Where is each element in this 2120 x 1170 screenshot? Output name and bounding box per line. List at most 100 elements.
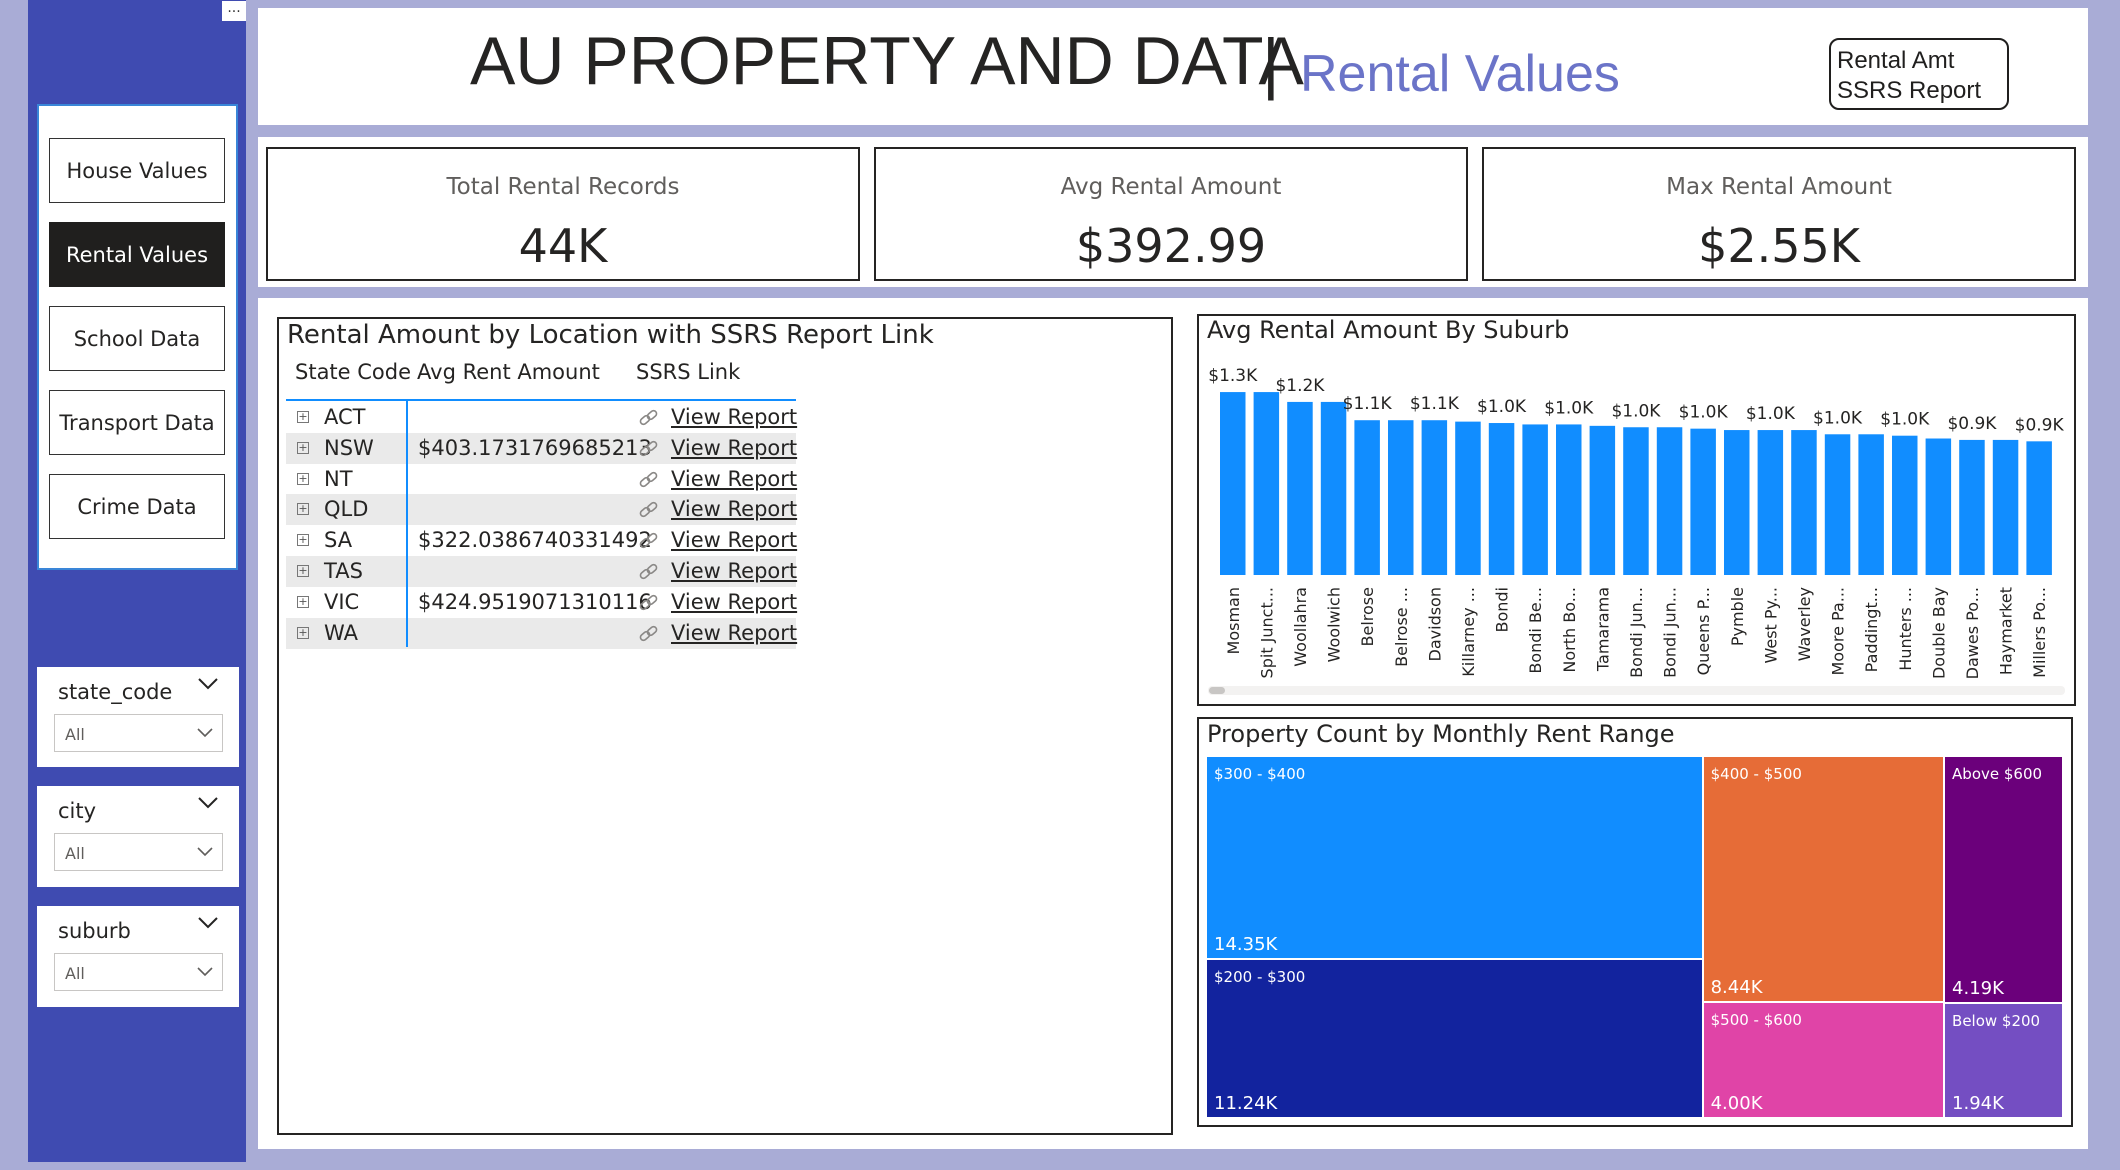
treemap-cell-value: 8.44K	[1710, 976, 1763, 998]
view-report-link[interactable]: View Report	[671, 528, 797, 552]
bar[interactable]	[1959, 439, 1985, 575]
nav-house-values-button[interactable]: House Values	[49, 138, 225, 203]
expand-row-icon[interactable]: +	[297, 595, 309, 608]
scrollbar-thumb[interactable]	[1209, 687, 1225, 694]
bar[interactable]	[1992, 439, 2019, 575]
expand-row-icon[interactable]: +	[297, 503, 309, 516]
slicer-title: city	[58, 799, 97, 823]
x-tick-label: Spit Junct...	[1257, 587, 1276, 678]
bar[interactable]	[1220, 392, 1246, 575]
x-tick-label: Bondi Jun...	[1627, 587, 1646, 678]
bar[interactable]	[1623, 427, 1649, 575]
view-report-link[interactable]: View Report	[671, 559, 797, 583]
x-tick-label: Belrose	[1358, 587, 1377, 646]
avg-rent-cell: $424.9519071310116	[418, 589, 652, 614]
view-report-link[interactable]: View Report	[671, 467, 797, 491]
view-report-link[interactable]: View Report	[671, 590, 797, 614]
treemap-cell[interactable]: Above $600 4.19K	[1945, 757, 2062, 1003]
treemap-cell[interactable]: Below $200 1.94K	[1945, 1004, 2062, 1117]
bar[interactable]	[1589, 425, 1616, 575]
expand-row-icon[interactable]: +	[297, 626, 309, 639]
scrollbar-track[interactable]	[1208, 686, 2065, 695]
expand-row-icon[interactable]: +	[297, 534, 309, 547]
treemap-cell-label: Above $600	[1952, 765, 2043, 783]
x-tick-label: Hunters ...	[1896, 587, 1915, 671]
slicer-dropdown[interactable]: All	[54, 714, 223, 752]
avg-rent-cell: $403.1731769685213	[418, 435, 652, 460]
column-divider	[406, 401, 408, 647]
view-report-link[interactable]: View Report	[671, 436, 797, 460]
nav-transport-data-button[interactable]: Transport Data	[49, 390, 225, 455]
bar-data-label: $1.1K	[1343, 394, 1393, 414]
table-row: + VIC $424.9519071310116 View Report	[286, 587, 797, 618]
view-report-link[interactable]: View Report	[671, 621, 797, 645]
x-tick-label: Belrose ...	[1392, 587, 1411, 667]
x-tick-label: Millers Po...	[2030, 587, 2049, 678]
bar[interactable]	[1556, 424, 1582, 575]
treemap-cell-value: 1.94K	[1952, 1092, 2004, 1114]
bar[interactable]	[1724, 430, 1750, 575]
nav-crime-data-button[interactable]: Crime Data	[49, 474, 225, 539]
treemap-cell[interactable]: $200 - $300 11.24K	[1207, 959, 1702, 1117]
bar[interactable]	[1791, 430, 1817, 575]
bar[interactable]	[1757, 430, 1784, 575]
x-tick-label: Queens P...	[1694, 587, 1713, 675]
column-header-avg-rent[interactable]: Avg Rent Amount	[417, 360, 600, 384]
nav-rental-values-button[interactable]: Rental Values	[49, 222, 225, 287]
nav-school-data-button[interactable]: School Data	[49, 306, 225, 371]
treemap-cell[interactable]: $500 - $600 4.00K	[1703, 1002, 1944, 1117]
expand-row-icon[interactable]: +	[297, 472, 309, 485]
chevron-down-icon[interactable]	[197, 916, 219, 930]
bar[interactable]	[1824, 434, 1851, 575]
x-tick-label: Woollahra	[1291, 587, 1310, 667]
bar[interactable]	[1858, 434, 1884, 575]
slicer-value: All	[65, 964, 85, 983]
bar[interactable]	[1253, 392, 1280, 575]
kpi-value: 44K	[518, 219, 608, 273]
slicer-dropdown[interactable]: All	[54, 833, 223, 871]
treemap-cell[interactable]: $400 - $500 8.44K	[1703, 757, 1944, 1001]
bar[interactable]	[1455, 421, 1481, 575]
bar[interactable]	[1421, 420, 1448, 575]
bar[interactable]	[1925, 438, 1952, 575]
column-header-state-code[interactable]: State Code	[295, 360, 411, 384]
x-tick-label: Killarney ...	[1459, 587, 1478, 677]
link-icon	[639, 594, 658, 610]
bar[interactable]	[1522, 424, 1548, 575]
column-header-ssrs-link[interactable]: SSRS Link	[636, 360, 740, 384]
bar[interactable]	[1287, 401, 1313, 575]
slicer-dropdown[interactable]: All	[54, 953, 223, 991]
treemap-cell[interactable]: $300 - $400 14.35K	[1207, 757, 1702, 958]
bar-data-label: $1.0K	[1746, 404, 1796, 424]
chevron-down-icon[interactable]	[197, 796, 219, 810]
bar[interactable]	[1656, 427, 1683, 575]
title-separator: |	[1262, 25, 1280, 101]
bar[interactable]	[1488, 423, 1515, 575]
bar[interactable]	[1690, 428, 1716, 575]
x-tick-label: Pymble	[1728, 587, 1747, 646]
more-options-button[interactable]: ...	[222, 1, 246, 21]
expand-row-icon[interactable]: +	[297, 411, 309, 423]
table-row: + SA $322.0386740331492 View Report	[286, 525, 797, 556]
bar-data-label: $0.9K	[2015, 415, 2065, 435]
kpi-label: Max Rental Amount	[1666, 174, 1892, 200]
x-tick-label: Double Bay	[1929, 587, 1948, 679]
slicer-suburb: suburb All	[37, 906, 239, 1007]
table-row: + QLD View Report	[286, 494, 797, 526]
bar[interactable]	[1354, 420, 1380, 575]
x-tick-label: Haymarket	[1997, 587, 2016, 675]
bar[interactable]	[1320, 401, 1347, 575]
chevron-down-icon[interactable]	[197, 677, 219, 691]
bar-data-label: $1.0K	[1544, 398, 1594, 418]
header-divider	[286, 399, 796, 401]
view-report-link[interactable]: View Report	[671, 405, 797, 429]
bar[interactable]	[1892, 435, 1918, 575]
rental-ssrs-report-button[interactable]: Rental Amt SSRS Report	[1829, 38, 2009, 110]
bar[interactable]	[1388, 420, 1414, 575]
view-report-link[interactable]: View Report	[671, 497, 797, 521]
expand-row-icon[interactable]: +	[297, 565, 309, 577]
link-icon	[639, 625, 658, 641]
bar[interactable]	[2026, 441, 2052, 575]
expand-row-icon[interactable]: +	[297, 441, 309, 454]
table-title: Rental Amount by Location with SSRS Repo…	[287, 320, 934, 350]
